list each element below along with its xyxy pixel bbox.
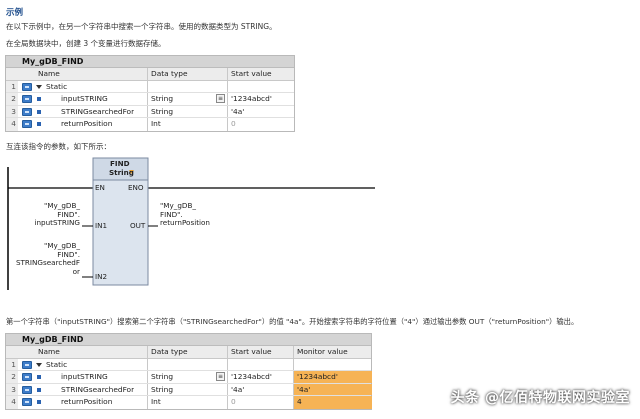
connect-text: 互连该指令的参数，如下所示： xyxy=(6,142,111,151)
in2-operand[interactable]: "My_gDB_ FIND". STRINGsearchedF or xyxy=(14,241,80,276)
db-variable-icon xyxy=(22,95,32,103)
pin-eno: ENO xyxy=(128,183,144,192)
column-header-startvalue: Start value xyxy=(227,68,295,80)
db-variable-icon xyxy=(22,398,32,406)
var-name: inputSTRING xyxy=(61,372,108,381)
table-header-row: Name Data type Start value xyxy=(6,68,294,81)
var-start-value[interactable]: 0 xyxy=(227,118,295,131)
intro-text-1: 在以下示例中，在另一个字符串中搜索一个字符串。使用的数据类型为 STRING。 xyxy=(6,22,277,31)
table-row[interactable]: 3 STRINGsearchedFor String '4a' xyxy=(6,105,295,118)
table-row[interactable]: 2 inputSTRING String ≡ '1234abcd' xyxy=(6,93,294,106)
picker-icon[interactable]: ≡ xyxy=(216,372,225,381)
db-static-icon xyxy=(22,360,32,369)
var-name: STRINGsearchedFor xyxy=(61,106,135,116)
db-table-1: My_gDB_FIND Name Data type Start value 1… xyxy=(5,55,295,132)
var-type: String xyxy=(147,371,227,383)
var-start-value[interactable]: '4a' xyxy=(227,105,295,117)
var-start-value[interactable]: 0 xyxy=(227,396,293,409)
intro-text-2: 在全局数据块中，创建 3 个变量进行数据存储。 xyxy=(6,39,166,48)
db-table-2: My_gDB_FIND Name Data type Start value M… xyxy=(5,333,372,410)
table-row[interactable]: 1 Static xyxy=(6,358,371,371)
table-header-row: Name Data type Start value Monitor value xyxy=(6,346,371,359)
pin-in1: IN1 xyxy=(95,221,108,230)
member-square-icon xyxy=(37,122,41,126)
result-text: 第一个字符串（"inputSTRING"）搜索第二个字符串（"STRINGsea… xyxy=(6,317,579,326)
pin-in2: IN2 xyxy=(95,272,108,281)
column-header-startvalue: Start value xyxy=(227,346,293,358)
var-type: Int xyxy=(147,118,227,131)
member-square-icon xyxy=(37,375,41,379)
var-name: returnPosition xyxy=(61,119,113,128)
var-start-value[interactable]: '1234abcd' xyxy=(227,93,295,105)
member-square-icon xyxy=(37,400,41,404)
table-row[interactable]: 2 inputSTRING String ≡ '1234abcd' '1234a… xyxy=(6,371,372,384)
out-operand[interactable]: "My_gDB_ FIND". returnPosition xyxy=(160,201,230,228)
var-monitor-value: 4 xyxy=(293,396,372,409)
column-header-datatype: Data type xyxy=(147,68,227,80)
db-variable-icon xyxy=(22,120,32,128)
var-type: String xyxy=(147,105,227,117)
var-type: String xyxy=(147,93,227,105)
watermark: 头条 @亿佰特物联网实验室 xyxy=(450,390,630,406)
in1-operand[interactable]: "My_gDB_ FIND". inputSTRING xyxy=(30,201,80,228)
table-row[interactable]: 4 returnPosition Int 0 4 xyxy=(6,396,372,409)
section-heading: 示例 xyxy=(6,8,24,18)
column-header-name: Name xyxy=(38,69,60,78)
var-start-value[interactable]: '1234abcd' xyxy=(227,371,293,383)
var-start-value[interactable]: '4a' xyxy=(227,383,293,395)
table-row[interactable]: 1 Static xyxy=(6,80,294,93)
collapse-triangle-icon[interactable] xyxy=(36,84,42,89)
var-name: inputSTRING xyxy=(61,94,108,103)
member-square-icon xyxy=(37,97,41,101)
member-square-icon xyxy=(37,387,41,392)
var-type: String xyxy=(147,383,227,395)
var-name: STRINGsearchedFor xyxy=(61,384,135,394)
var-monitor-value: '1234abcd' xyxy=(293,371,372,383)
collapse-triangle-icon[interactable] xyxy=(36,362,42,367)
column-header-name: Name xyxy=(38,347,60,356)
db-variable-icon xyxy=(22,373,32,381)
var-monitor-value: '4a' xyxy=(293,383,372,395)
block-subtitle: String xyxy=(109,168,134,177)
db-variable-icon xyxy=(22,385,32,394)
table-row[interactable]: 3 STRINGsearchedFor String '4a' '4a' xyxy=(6,383,372,396)
db-variable-icon xyxy=(22,107,32,116)
var-name: returnPosition xyxy=(61,397,113,406)
column-header-datatype: Data type xyxy=(147,346,227,358)
member-square-icon xyxy=(37,109,41,114)
db-table-title: My_gDB_FIND xyxy=(6,56,294,68)
var-type: Int xyxy=(147,396,227,409)
db-static-icon xyxy=(22,82,32,91)
picker-icon[interactable]: ≡ xyxy=(216,94,225,103)
pin-out: OUT xyxy=(130,221,146,230)
column-header-monitorvalue: Monitor value xyxy=(293,346,372,358)
db-table-title: My_gDB_FIND xyxy=(6,334,371,346)
pin-en: EN xyxy=(95,183,105,192)
table-row[interactable]: 4 returnPosition Int 0 xyxy=(6,118,294,131)
